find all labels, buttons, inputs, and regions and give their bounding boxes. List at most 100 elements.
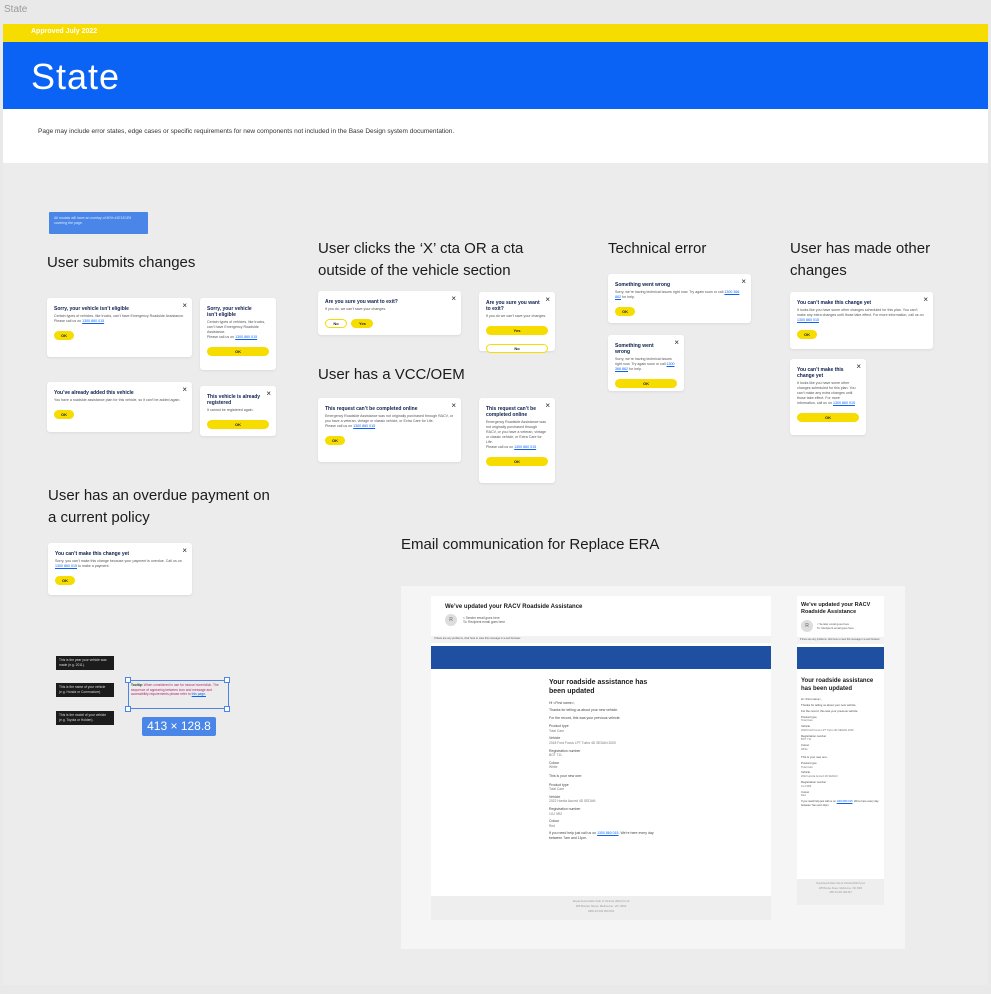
email-header: We’ve updated your RACV Roadside Assista…	[797, 596, 884, 632]
field-value: White	[801, 748, 808, 752]
heading-tech: Technical error	[608, 240, 707, 257]
no-button[interactable]: No	[486, 344, 548, 353]
modal-body: It looks like you have some other change…	[797, 381, 856, 405]
approval-text: Approved July 2022	[31, 28, 98, 35]
tooltip-year: This is the year your vehicle was made (…	[56, 656, 114, 670]
ok-button[interactable]: OK	[54, 331, 74, 340]
heading-overdue: User has an overdue payment on a current…	[48, 487, 270, 526]
field-value: Red	[549, 823, 556, 828]
phone-link[interactable]: 1300 860 015	[82, 319, 104, 323]
yes-button[interactable]: Yes	[351, 319, 374, 328]
phone-link[interactable]: 1300 860 015	[353, 424, 375, 428]
selection-box[interactable]	[128, 680, 229, 709]
modal-body: Sorry, we’re having technical issues rig…	[615, 290, 740, 299]
modal-exit-mobile: × Are you sure you want to exit? If you …	[479, 292, 555, 353]
email-body: Your roadside assistance has been update…	[431, 669, 771, 841]
ok-button[interactable]: OK	[615, 379, 677, 388]
footer-line: ABN 44 004 060 833	[588, 909, 614, 913]
close-icon[interactable]: ×	[545, 295, 550, 304]
field-value: 2018 Ford Focus LPT Turbo 4D SEDAN 2000	[801, 728, 854, 732]
email-thanks: Thanks for telling us about your new veh…	[549, 708, 619, 713]
close-icon[interactable]: ×	[545, 401, 550, 410]
close-icon[interactable]: ×	[266, 389, 271, 398]
resize-handle[interactable]	[224, 677, 230, 683]
phone-link[interactable]: 1300 860 015	[235, 335, 257, 339]
close-icon[interactable]: ×	[923, 295, 928, 304]
modal-call: Please call us on 1300 860 015	[54, 319, 105, 323]
phone-link[interactable]: 1300 860 015	[837, 800, 853, 803]
email-to: To: Recipient email goes here	[463, 620, 505, 624]
field-value: BOT 711	[801, 738, 812, 742]
field-value: 2022 Honda Accord 4D SEDAN	[801, 775, 838, 779]
email-greeting: Hi <First name>,	[801, 696, 822, 701]
heading-email: Email communication for Replace ERA	[401, 536, 660, 553]
phone-link[interactable]: 1300 860 015	[55, 564, 77, 568]
resize-handle[interactable]	[224, 706, 230, 712]
modal-title: Something went wrong	[615, 343, 654, 355]
email-new-intro: This is your new one:	[549, 774, 583, 779]
frame-label: State	[4, 4, 28, 15]
modal-ineligible: × Sorry, your vehicle isn’t eligible Cer…	[47, 298, 192, 357]
modal-tech-mobile: × Something went wrong Sorry, we’re havi…	[608, 335, 684, 391]
footer-line: ABN 44 004 060 833	[829, 891, 852, 894]
modal-body: Sorry, you can’t make this change becaus…	[55, 559, 182, 568]
field-value: Red	[801, 794, 806, 798]
resize-handle[interactable]	[125, 706, 131, 712]
email-banner-note: If there are any problems, click here to…	[797, 637, 884, 644]
email-footer: Royal Automobile Club of Victoria (RACV)…	[797, 879, 884, 905]
email-header: We’ve updated your RACV Roadside Assista…	[431, 596, 771, 626]
close-icon[interactable]: ×	[182, 546, 187, 555]
yes-button[interactable]: Yes	[486, 326, 548, 335]
phone-link[interactable]: 1300 860 015	[797, 318, 819, 322]
close-icon[interactable]: ×	[451, 294, 456, 303]
modal-already-added: × You’ve already added this vehicle You …	[47, 382, 192, 432]
close-icon[interactable]: ×	[741, 277, 746, 286]
modal-body: Emergency Roadside Assistance was not or…	[486, 420, 546, 444]
modal-title: This vehicle is already registered	[207, 394, 261, 406]
modal-registered: × This vehicle is already registered It …	[200, 386, 276, 436]
modal-title: You’ve already added this vehicle	[54, 390, 134, 396]
heading-vcc: User has a VCC/OEM	[318, 366, 465, 383]
modal-title: Sorry, your vehicle isn’t eligible	[54, 306, 129, 312]
field-value: White	[549, 765, 558, 770]
modal-title: You can’t make this change yet	[797, 367, 844, 379]
ok-button[interactable]: OK	[797, 330, 817, 339]
no-button[interactable]: No	[325, 319, 347, 328]
email-new-intro: This is your new one:	[801, 754, 828, 759]
email-footer: Royal Automobile Club of Victoria (RACV)…	[431, 896, 771, 920]
heading-submit: User submits changes	[47, 254, 196, 271]
ok-button[interactable]: OK	[325, 436, 345, 445]
modal-body: Certain types of vehicles, like trucks, …	[207, 320, 266, 334]
close-icon[interactable]: ×	[182, 301, 187, 310]
close-icon[interactable]: ×	[674, 338, 679, 347]
phone-link[interactable]: 1300 860 015	[833, 401, 855, 405]
modal-body: It looks like you have some other change…	[797, 308, 924, 322]
ok-button[interactable]: OK	[797, 413, 859, 422]
heading-exit: User clicks the ‘X’ cta OR a cta outside…	[318, 240, 524, 279]
modal-overdue: × You can’t make this change yet Sorry, …	[48, 543, 192, 595]
modal-exit: × Are you sure you want to exit? If you …	[318, 291, 461, 335]
ok-button[interactable]: OK	[486, 457, 548, 466]
phone-link[interactable]: 1300 860 015	[597, 831, 618, 835]
email-subject: We’ve updated your RACV Roadside Assista…	[801, 602, 871, 615]
ok-button[interactable]: OK	[207, 347, 269, 356]
close-icon[interactable]: ×	[451, 401, 456, 410]
phone-link[interactable]: 1300 860 015	[514, 445, 536, 449]
field-value: 1GJ 9RZ	[549, 811, 563, 816]
email-prev-intro: For the record, this was your previous v…	[801, 708, 859, 713]
modal-call: Please call us on 1300 860 015	[486, 445, 537, 449]
ok-button[interactable]: OK	[54, 410, 74, 419]
ok-button[interactable]: OK	[615, 307, 635, 316]
ok-button[interactable]: OK	[207, 420, 269, 429]
modal-call: Please call us on 1300 860 015	[325, 424, 376, 428]
modal-title: You can’t make this change yet	[797, 300, 872, 306]
field-value: Total Care	[549, 728, 565, 733]
email-thanks: Thanks for telling us about your new veh…	[801, 702, 857, 707]
resize-handle[interactable]	[125, 677, 131, 683]
field-value: 2022 Honda Accord 4D SEDAN	[549, 799, 596, 804]
close-icon[interactable]: ×	[856, 362, 861, 371]
email-banner-note: If there are any problems, click here to…	[431, 636, 771, 643]
ok-button[interactable]: OK	[55, 576, 75, 585]
field-value: Total Care	[801, 719, 813, 723]
close-icon[interactable]: ×	[182, 385, 187, 394]
